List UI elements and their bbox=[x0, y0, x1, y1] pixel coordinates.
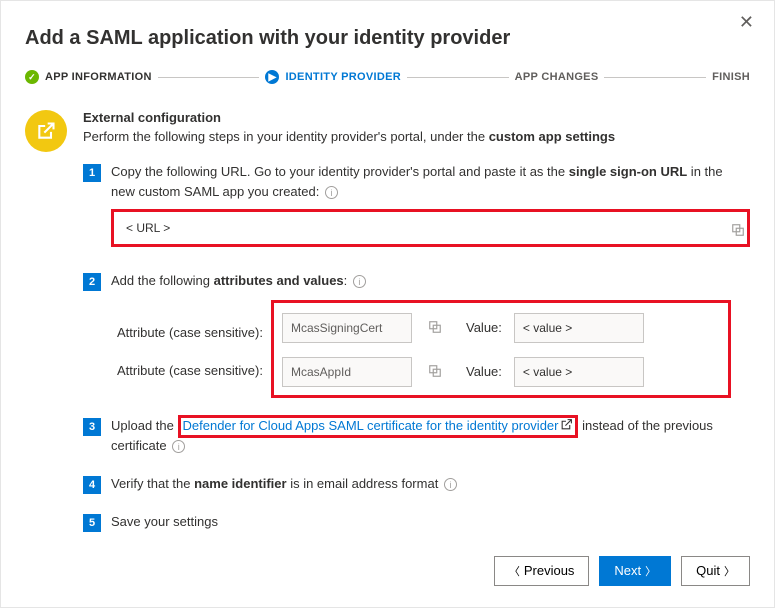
attribute-value-field[interactable]: < value > bbox=[514, 357, 644, 387]
instruction-text: Copy the following URL. Go to your ident… bbox=[111, 164, 723, 199]
info-icon[interactable]: i bbox=[444, 478, 457, 491]
step-number-badge: 5 bbox=[83, 514, 101, 532]
step-identity-provider[interactable]: ▶ IDENTITY PROVIDER bbox=[265, 70, 401, 84]
check-icon: ✓ bbox=[25, 70, 39, 84]
previous-button[interactable]: 〈 Previous bbox=[494, 556, 590, 586]
instruction-2: 2 Add the following attributes and value… bbox=[83, 271, 750, 399]
instruction-text: Save your settings bbox=[111, 514, 218, 529]
step-label: APP INFORMATION bbox=[45, 71, 152, 83]
copy-icon[interactable] bbox=[428, 364, 444, 380]
step-number-badge: 2 bbox=[83, 273, 101, 291]
step-app-changes[interactable]: APP CHANGES bbox=[515, 71, 599, 83]
sso-url-field[interactable] bbox=[124, 220, 737, 236]
attribute-row: Attribute (case sensitive): McasSigningC… bbox=[282, 313, 720, 343]
info-icon[interactable]: i bbox=[325, 186, 338, 199]
step-divider bbox=[158, 77, 260, 78]
instruction-text: Add the following attributes and values:… bbox=[111, 273, 366, 288]
instruction-1: 1 Copy the following URL. Go to your ide… bbox=[83, 162, 750, 267]
dialog-footer: 〈 Previous Next 〉 Quit 〉 bbox=[25, 556, 750, 586]
attribute-name-field[interactable]: McasSigningCert bbox=[282, 313, 412, 343]
instruction-text: Verify that the bbox=[111, 476, 194, 491]
instruction-4: 4 Verify that the name identifier is in … bbox=[83, 474, 750, 494]
value-label: Value: bbox=[466, 318, 502, 338]
step-label: IDENTITY PROVIDER bbox=[285, 71, 401, 83]
certificate-download-link[interactable]: Defender for Cloud Apps SAML certificate… bbox=[183, 418, 574, 433]
step-app-information[interactable]: ✓ APP INFORMATION bbox=[25, 70, 152, 84]
close-button[interactable]: ✕ bbox=[733, 11, 760, 34]
instruction-3: 3 Upload the Defender for Cloud Apps SAM… bbox=[83, 416, 750, 456]
chevron-right-icon: 〉 bbox=[724, 563, 735, 579]
url-field-highlight bbox=[111, 209, 750, 247]
attribute-value-field[interactable]: < value > bbox=[514, 313, 644, 343]
external-link-icon bbox=[560, 417, 573, 437]
value-label: Value: bbox=[466, 362, 502, 382]
attribute-label: Attribute (case sensitive): bbox=[117, 361, 277, 381]
attribute-label: Attribute (case sensitive): bbox=[117, 323, 277, 343]
step-number-badge: 1 bbox=[83, 164, 101, 182]
wizard-stepper: ✓ APP INFORMATION ▶ IDENTITY PROVIDER AP… bbox=[25, 70, 750, 84]
close-icon: ✕ bbox=[739, 12, 754, 32]
copy-icon[interactable] bbox=[428, 320, 444, 336]
info-icon[interactable]: i bbox=[172, 440, 185, 453]
play-icon: ▶ bbox=[265, 70, 279, 84]
instruction-5: 5 Save your settings bbox=[83, 512, 750, 532]
instruction-text: Upload the bbox=[111, 418, 178, 433]
next-button[interactable]: Next 〉 bbox=[599, 556, 671, 586]
external-config-section: External configuration Perform the follo… bbox=[25, 110, 750, 162]
step-finish[interactable]: FINISH bbox=[712, 71, 750, 83]
external-link-icon bbox=[25, 110, 67, 152]
step-number-badge: 3 bbox=[83, 418, 101, 436]
info-icon[interactable]: i bbox=[353, 275, 366, 288]
quit-button[interactable]: Quit 〉 bbox=[681, 556, 750, 586]
chevron-right-icon: 〉 bbox=[645, 563, 656, 579]
attribute-row: Attribute (case sensitive): McasAppId Va… bbox=[282, 357, 720, 387]
instruction-text: is in email address format bbox=[287, 476, 439, 491]
chevron-left-icon: 〈 bbox=[509, 563, 520, 579]
attribute-name-field[interactable]: McasAppId bbox=[282, 357, 412, 387]
certificate-link-highlight: Defender for Cloud Apps SAML certificate… bbox=[178, 415, 579, 438]
step-divider bbox=[604, 77, 706, 78]
page-title: Add a SAML application with your identit… bbox=[25, 27, 750, 50]
step-number-badge: 4 bbox=[83, 476, 101, 494]
section-title: External configuration bbox=[83, 110, 750, 125]
step-label: FINISH bbox=[712, 71, 750, 83]
section-description: Perform the following steps in your iden… bbox=[83, 129, 750, 144]
attributes-highlight: Attribute (case sensitive): McasSigningC… bbox=[271, 300, 731, 398]
step-label: APP CHANGES bbox=[515, 71, 599, 83]
step-divider bbox=[407, 77, 509, 78]
copy-icon[interactable] bbox=[731, 225, 745, 240]
